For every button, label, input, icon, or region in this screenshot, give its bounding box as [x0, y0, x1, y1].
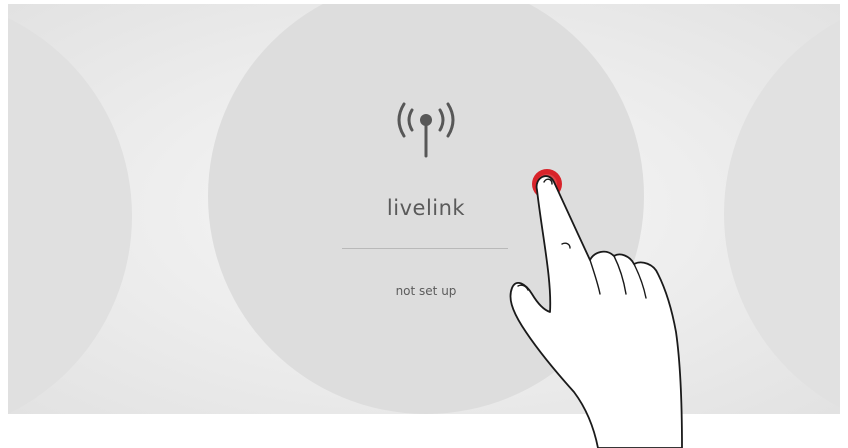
tile-carousel: livelink not set up	[8, 4, 840, 414]
previous-tile[interactable]	[8, 4, 132, 414]
antenna-signal-icon	[397, 102, 455, 158]
tile-divider	[342, 248, 508, 249]
next-tile[interactable]	[724, 4, 840, 414]
hand-tap-pointer-icon	[509, 169, 683, 448]
